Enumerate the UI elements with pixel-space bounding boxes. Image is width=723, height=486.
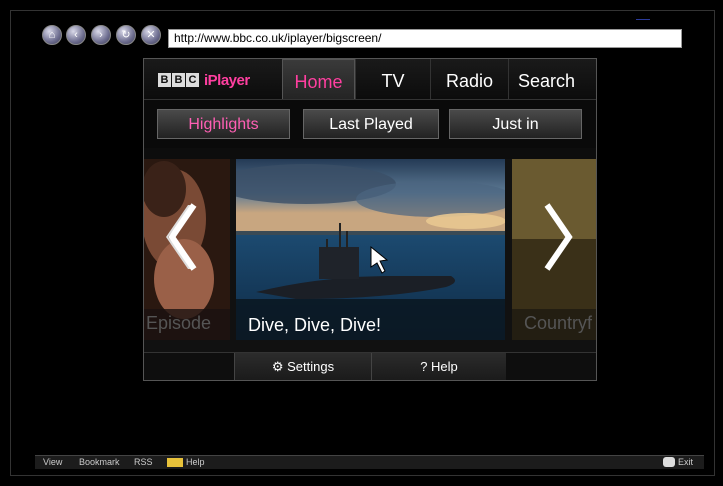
help-menu[interactable]: Help bbox=[186, 456, 205, 469]
gear-icon: ⚙ bbox=[271, 359, 284, 374]
help-icon: ? bbox=[420, 359, 428, 374]
back-icon[interactable]: ‹ bbox=[66, 25, 86, 45]
subnav-bar: Highlights Last Played Just in bbox=[144, 100, 596, 148]
logo-text: iPlayer bbox=[204, 71, 250, 89]
stop-icon[interactable]: ✕ bbox=[141, 25, 161, 45]
reload-icon[interactable]: ↻ bbox=[116, 25, 136, 45]
settings-button[interactable]: ⚙ Settings bbox=[234, 353, 371, 380]
carousel-item-label: Countryf bbox=[524, 313, 593, 333]
rss-menu[interactable]: RSS bbox=[134, 456, 153, 469]
just-in-button[interactable]: Just in bbox=[449, 109, 582, 139]
divider bbox=[636, 19, 650, 20]
view-menu[interactable]: View bbox=[43, 456, 62, 469]
tab-tv[interactable]: TV bbox=[355, 59, 430, 99]
tab-home[interactable]: Home bbox=[282, 59, 355, 99]
bookmark-menu[interactable]: Bookmark bbox=[79, 456, 120, 469]
carousel-item-current[interactable]: Dive, Dive, Dive! bbox=[236, 159, 505, 340]
iplayer-header: B B C iPlayer Home TV Radio Search bbox=[144, 59, 596, 100]
tab-radio[interactable]: Radio bbox=[430, 59, 508, 99]
forward-icon[interactable]: › bbox=[91, 25, 111, 45]
exit-button[interactable]: Exit bbox=[678, 456, 693, 469]
logo-letter: B bbox=[172, 73, 185, 87]
bbc-iplayer-logo[interactable]: B B C iPlayer bbox=[158, 71, 250, 89]
folder-icon bbox=[167, 458, 183, 467]
help-label: Help bbox=[431, 359, 458, 374]
logo-letter: B bbox=[158, 73, 171, 87]
programme-carousel: Episode Dive, Dive, Dive! Countryf bbox=[144, 159, 596, 352]
highlights-button[interactable]: Highlights bbox=[157, 109, 290, 139]
home-icon[interactable]: ⌂ bbox=[42, 25, 62, 45]
address-bar[interactable]: http://www.bbc.co.uk/iplayer/bigscreen/ bbox=[168, 29, 682, 48]
next-arrow-icon[interactable] bbox=[543, 203, 577, 271]
programme-thumbnail bbox=[236, 159, 505, 340]
iplayer-footer: ⚙ Settings ? Help bbox=[144, 352, 596, 380]
previous-arrow-icon[interactable] bbox=[164, 203, 198, 271]
carousel-item-label: Episode bbox=[146, 313, 212, 333]
tab-search[interactable]: Search bbox=[508, 59, 584, 99]
help-button[interactable]: ? Help bbox=[371, 353, 506, 380]
programme-title: Dive, Dive, Dive! bbox=[248, 315, 382, 335]
iplayer-panel: B B C iPlayer Home TV Radio Search Highl… bbox=[143, 58, 597, 381]
settings-label: Settings bbox=[287, 359, 335, 374]
logo-letter: C bbox=[186, 73, 199, 87]
last-played-button[interactable]: Last Played bbox=[303, 109, 439, 139]
browser-status-bar: View Bookmark RSS Help Exit bbox=[35, 455, 704, 469]
exit-icon bbox=[663, 457, 675, 467]
